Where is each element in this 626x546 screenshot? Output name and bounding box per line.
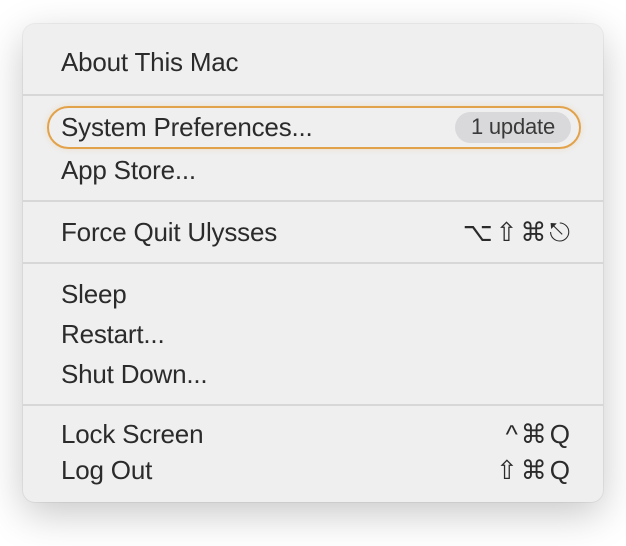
menu-item-shut-down[interactable]: Shut Down... xyxy=(23,354,603,394)
apple-menu: About This Mac System Preferences... 1 u… xyxy=(23,24,603,502)
menu-item-log-out[interactable]: Log Out ⇧⌘Q xyxy=(23,452,603,488)
menu-divider xyxy=(23,94,603,96)
menu-item-label: Force Quit Ulysses xyxy=(61,214,277,250)
menu-item-label: Log Out xyxy=(61,452,152,488)
keyboard-shortcut: ⌥⇧⌘⎋ xyxy=(463,214,573,250)
menu-section-session: Lock Screen ^⌘Q Log Out ⇧⌘Q xyxy=(23,412,603,492)
menu-section-power: Sleep Restart... Shut Down... xyxy=(23,270,603,398)
menu-item-system-preferences[interactable]: System Preferences... 1 update xyxy=(23,107,603,147)
menu-divider xyxy=(23,404,603,406)
keyboard-shortcut: ^⌘Q xyxy=(506,416,573,452)
update-badge: 1 update xyxy=(455,112,571,143)
menu-section-about: About This Mac xyxy=(23,32,603,88)
keyboard-shortcut: ⇧⌘Q xyxy=(496,452,573,488)
menu-divider xyxy=(23,262,603,264)
menu-item-label: Restart... xyxy=(61,316,164,352)
menu-item-app-store[interactable]: App Store... xyxy=(23,150,603,190)
menu-item-label: About This Mac xyxy=(61,44,238,80)
menu-item-sleep[interactable]: Sleep xyxy=(23,274,603,314)
menu-item-about-this-mac[interactable]: About This Mac xyxy=(23,36,603,84)
menu-divider xyxy=(23,200,603,202)
menu-item-label: Shut Down... xyxy=(61,356,207,392)
menu-section-prefs: System Preferences... 1 update App Store… xyxy=(23,102,603,194)
menu-item-force-quit[interactable]: Force Quit Ulysses ⌥⇧⌘⎋ xyxy=(23,212,603,252)
menu-item-label: Lock Screen xyxy=(61,416,203,452)
menu-item-label: Sleep xyxy=(61,276,127,312)
menu-section-force-quit: Force Quit Ulysses ⌥⇧⌘⎋ xyxy=(23,208,603,256)
menu-item-label: App Store... xyxy=(61,152,196,188)
menu-item-label: System Preferences... xyxy=(61,109,313,145)
menu-item-lock-screen[interactable]: Lock Screen ^⌘Q xyxy=(23,416,603,452)
menu-item-restart[interactable]: Restart... xyxy=(23,314,603,354)
